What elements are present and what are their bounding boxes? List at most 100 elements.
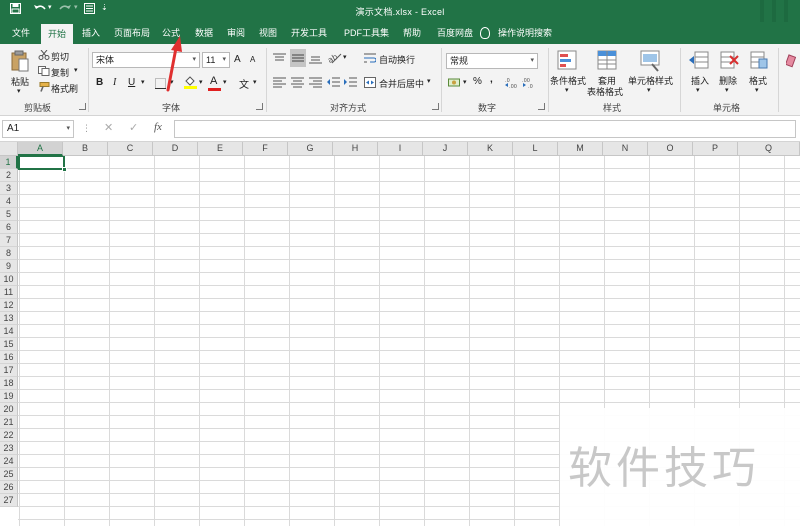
merge-center-button[interactable]: 合并后居中 xyxy=(379,77,424,90)
row-header[interactable]: 9 xyxy=(0,260,18,273)
row-header[interactable]: 3 xyxy=(0,182,18,195)
tab-home[interactable]: 开始 xyxy=(41,24,74,44)
delete-dropdown-icon[interactable]: ▾ xyxy=(725,86,729,94)
column-header[interactable]: C xyxy=(108,142,153,156)
copy-button[interactable]: 复制 xyxy=(51,66,69,79)
column-header[interactable]: N xyxy=(603,142,648,156)
phonetic-dropdown-icon[interactable]: ▾ xyxy=(253,78,257,86)
merge-center-icon[interactable] xyxy=(364,77,376,88)
increase-indent-icon[interactable] xyxy=(344,77,357,88)
row-header[interactable]: 25 xyxy=(0,468,18,481)
row-header[interactable]: 16 xyxy=(0,351,18,364)
paste-icon[interactable] xyxy=(11,50,29,72)
tell-me-search[interactable]: 操作说明搜索 xyxy=(498,22,552,44)
font-launcher-icon[interactable] xyxy=(256,103,263,110)
format-cells-icon[interactable] xyxy=(749,50,769,70)
font-size-select[interactable]: 11 ▾ xyxy=(202,52,230,68)
tab-file[interactable]: 文件 xyxy=(12,22,30,44)
format-as-table-icon[interactable] xyxy=(597,50,619,72)
active-cell[interactable] xyxy=(18,155,65,170)
row-header[interactable]: 27 xyxy=(0,494,18,507)
grow-font-button[interactable]: A xyxy=(234,54,241,65)
column-header[interactable]: G xyxy=(288,142,333,156)
fill-handle[interactable] xyxy=(62,167,67,172)
alignment-launcher-icon[interactable] xyxy=(432,103,439,110)
name-box[interactable]: A1 ▾ xyxy=(2,120,74,138)
eraser-icon[interactable] xyxy=(784,54,797,68)
decrease-decimal-icon[interactable]: .00.0 xyxy=(522,77,536,90)
underline-button[interactable]: U xyxy=(128,77,135,88)
row-header[interactable]: 6 xyxy=(0,221,18,234)
font-color-dropdown-icon[interactable]: ▾ xyxy=(223,78,227,86)
paste-dropdown-icon[interactable]: ▾ xyxy=(17,87,21,95)
number-format-select[interactable]: 常规 ▾ xyxy=(446,53,538,69)
decrease-indent-icon[interactable] xyxy=(327,77,340,88)
row-header[interactable]: 26 xyxy=(0,481,18,494)
column-header[interactable]: O xyxy=(648,142,693,156)
orientation-icon[interactable]: ab xyxy=(326,51,342,65)
align-top-icon[interactable] xyxy=(273,53,286,64)
row-header[interactable]: 4 xyxy=(0,195,18,208)
phonetic-button[interactable]: 文 xyxy=(239,76,249,91)
tab-review[interactable]: 审阅 xyxy=(227,22,245,44)
bold-button[interactable]: B xyxy=(96,77,103,88)
row-header[interactable]: 23 xyxy=(0,442,18,455)
align-right-icon[interactable] xyxy=(309,77,322,88)
shrink-font-button[interactable]: A xyxy=(250,55,255,64)
tab-view[interactable]: 视图 xyxy=(259,22,277,44)
wrap-text-icon[interactable] xyxy=(364,53,377,64)
copy-dropdown-icon[interactable]: ▾ xyxy=(74,66,78,74)
tab-baidu-netdisk[interactable]: 百度网盘 xyxy=(437,22,473,44)
align-left-icon[interactable] xyxy=(273,77,286,88)
cut-button[interactable]: 剪切 xyxy=(51,50,69,63)
scissors-icon[interactable] xyxy=(38,49,50,60)
column-header[interactable]: M xyxy=(558,142,603,156)
cell-styles-icon[interactable] xyxy=(640,50,662,72)
row-header[interactable]: 22 xyxy=(0,429,18,442)
conditional-formatting-dropdown-icon[interactable]: ▾ xyxy=(565,86,569,94)
formula-input[interactable] xyxy=(174,120,796,138)
row-header[interactable]: 5 xyxy=(0,208,18,221)
row-header[interactable]: 2 xyxy=(0,169,18,182)
row-header[interactable]: 24 xyxy=(0,455,18,468)
comma-button[interactable]: , xyxy=(490,74,493,85)
currency-dropdown-icon[interactable]: ▾ xyxy=(463,78,467,86)
row-header[interactable]: 15 xyxy=(0,338,18,351)
tab-developer[interactable]: 开发工具 xyxy=(291,22,327,44)
tab-data[interactable]: 数据 xyxy=(195,22,213,44)
orientation-dropdown-icon[interactable]: ▾ xyxy=(343,53,347,61)
merge-dropdown-icon[interactable]: ▾ xyxy=(427,77,431,85)
column-header[interactable]: J xyxy=(423,142,468,156)
fill-color-dropdown-icon[interactable]: ▾ xyxy=(199,78,203,86)
number-launcher-icon[interactable] xyxy=(538,103,545,110)
row-header[interactable]: 14 xyxy=(0,325,18,338)
currency-icon[interactable] xyxy=(448,77,462,88)
insert-cells-icon[interactable] xyxy=(689,50,709,70)
column-header[interactable]: D xyxy=(153,142,198,156)
format-painter-button[interactable]: 格式刷 xyxy=(51,82,78,95)
format-dropdown-icon[interactable]: ▾ xyxy=(755,86,759,94)
row-header[interactable]: 8 xyxy=(0,247,18,260)
wrap-text-button[interactable]: 自动换行 xyxy=(379,53,415,66)
font-color-button[interactable]: A xyxy=(210,75,217,87)
align-bottom-icon[interactable] xyxy=(309,53,322,64)
insert-dropdown-icon[interactable]: ▾ xyxy=(696,86,700,94)
row-header[interactable]: 11 xyxy=(0,286,18,299)
column-header[interactable]: I xyxy=(378,142,423,156)
row-header[interactable]: 18 xyxy=(0,377,18,390)
column-header[interactable]: B xyxy=(63,142,108,156)
italic-button[interactable]: I xyxy=(113,77,116,88)
column-header[interactable]: A xyxy=(18,142,63,156)
copy-icon[interactable] xyxy=(38,66,50,76)
tab-page-layout[interactable]: 页面布局 xyxy=(114,22,150,44)
row-header[interactable]: 20 xyxy=(0,403,18,416)
format-painter-icon[interactable] xyxy=(38,82,50,92)
align-middle-icon[interactable] xyxy=(290,49,306,67)
underline-dropdown-icon[interactable]: ▾ xyxy=(141,78,145,86)
row-header[interactable]: 21 xyxy=(0,416,18,429)
clipboard-launcher-icon[interactable] xyxy=(79,103,86,110)
increase-decimal-icon[interactable]: .0.00 xyxy=(505,77,519,90)
conditional-formatting-icon[interactable] xyxy=(557,50,579,72)
column-header[interactable]: E xyxy=(198,142,243,156)
tab-insert[interactable]: 插入 xyxy=(82,22,100,44)
